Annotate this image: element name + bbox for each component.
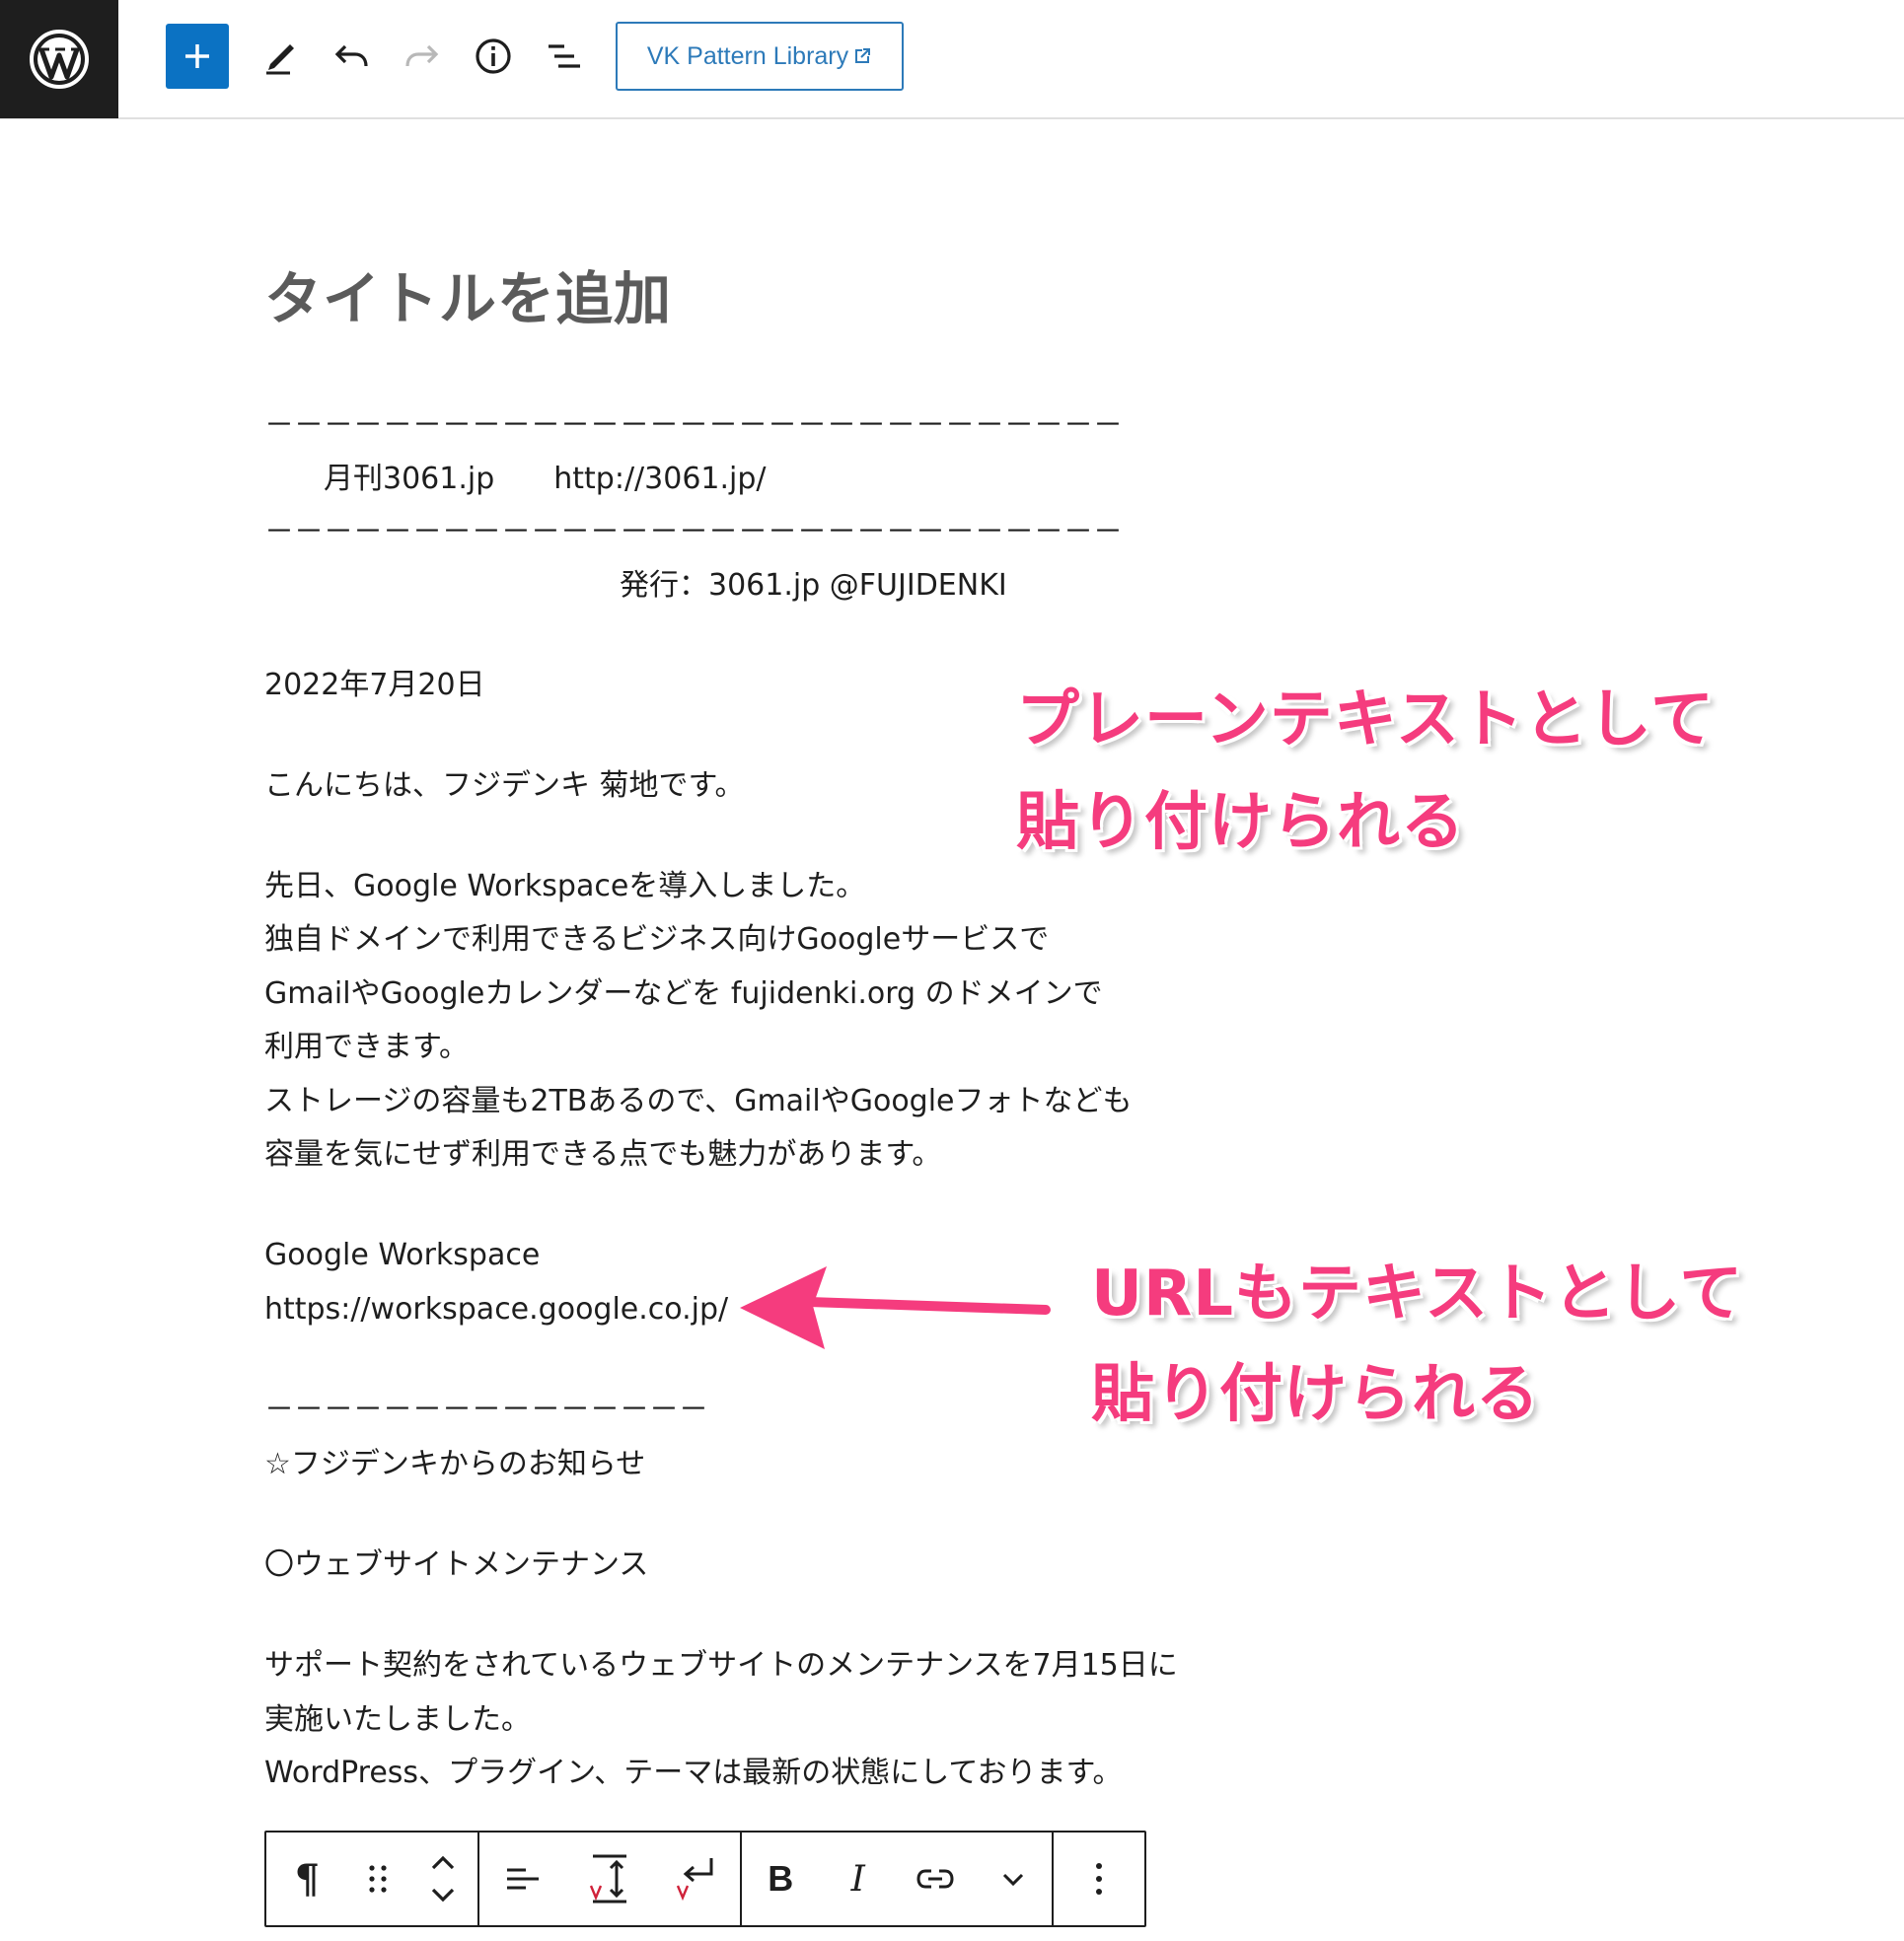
paragraph-block-button[interactable]: ¶ bbox=[271, 1833, 342, 1925]
paragraph-line[interactable]: WordPress、プラグイン、テーマは最新の状態にしております。 bbox=[264, 1754, 1122, 1793]
undo-icon bbox=[334, 44, 368, 67]
post-title-placeholder[interactable]: タイトルを追加 bbox=[264, 252, 672, 335]
details-button[interactable] bbox=[462, 24, 525, 89]
paragraph-line[interactable]: 先日、Google Workspaceを導入しました。 bbox=[264, 867, 865, 906]
line-height-icon bbox=[589, 1854, 626, 1904]
align-left-icon bbox=[507, 1868, 539, 1890]
info-icon bbox=[476, 38, 511, 74]
paragraph-icon: ¶ bbox=[294, 1855, 321, 1903]
line-break-button[interactable] bbox=[661, 1833, 732, 1925]
annotation-url-text-line2: 貼り付けられる bbox=[1091, 1358, 1540, 1431]
options-group bbox=[1052, 1833, 1144, 1925]
paragraph-line[interactable]: 2022年7月20日 bbox=[264, 666, 485, 705]
paragraph-line[interactable]: 発行：3061.jp @FUJIDENKI bbox=[264, 566, 1007, 606]
list-view-button[interactable] bbox=[533, 24, 596, 89]
paragraph-line[interactable]: 〇ウェブサイトメンテナンス bbox=[264, 1546, 648, 1585]
paragraph-line[interactable]: ☆フジデンキからのお知らせ bbox=[264, 1445, 645, 1484]
format-group bbox=[477, 1833, 740, 1925]
paragraph-line[interactable]: 実施いたしました。 bbox=[264, 1700, 531, 1740]
paragraph-line[interactable]: 月刊3061.jp http://3061.jp/ bbox=[264, 460, 767, 499]
redo-icon bbox=[405, 44, 439, 67]
chevron-down-icon bbox=[1002, 1873, 1023, 1887]
move-up-down-button[interactable] bbox=[413, 1833, 473, 1925]
line-break-icon bbox=[676, 1858, 713, 1902]
separator-line[interactable]: －－－－－－－－－－－－－－－ bbox=[264, 1391, 708, 1430]
paragraph-line[interactable]: こんにちは、フジデンキ 菊地です。 bbox=[264, 766, 745, 806]
paragraph-line[interactable]: 利用できます。 bbox=[264, 1028, 469, 1067]
annotation-plain-text-line1: プレーンテキストとして bbox=[1016, 683, 1715, 756]
bold-icon: B bbox=[768, 1858, 794, 1899]
separator-line[interactable]: －－－－－－－－－－－－－－－－－－－－－－－－－－－－－ bbox=[264, 513, 1123, 552]
block-options-button[interactable] bbox=[1063, 1833, 1135, 1925]
rich-text-group: B I bbox=[740, 1833, 1052, 1925]
undo-button[interactable] bbox=[320, 24, 383, 89]
drag-handle-icon bbox=[369, 1865, 387, 1893]
paragraph-line[interactable]: サポート契約をされているウェブサイトのメンテナンスを7月15日に bbox=[264, 1646, 1178, 1686]
chevron-up-down-icon bbox=[431, 1855, 454, 1903]
more-vertical-icon bbox=[1096, 1863, 1102, 1895]
paragraph-line[interactable]: ストレージの容量も2TBあるので、GmailやGoogleフォトなども bbox=[264, 1082, 1133, 1121]
vk-pattern-library-button[interactable]: VK Pattern Library bbox=[616, 22, 904, 91]
italic-button[interactable]: I bbox=[823, 1833, 894, 1925]
external-link-icon bbox=[855, 48, 871, 63]
block-toolbar: ¶ B I bbox=[264, 1831, 1146, 1927]
italic-icon: I bbox=[850, 1858, 865, 1900]
tools-button[interactable] bbox=[249, 24, 312, 89]
align-button[interactable] bbox=[487, 1833, 558, 1925]
annotation-url-text-line1: URLもテキストとして bbox=[1091, 1258, 1744, 1330]
editor-header: VK Pattern Library bbox=[0, 0, 1904, 119]
plus-icon bbox=[185, 44, 209, 68]
annotation-arrow-icon bbox=[740, 1266, 1051, 1349]
annotation-plain-text-line2: 貼り付けられる bbox=[1016, 786, 1465, 859]
list-view-icon bbox=[549, 44, 580, 68]
add-block-button[interactable] bbox=[166, 24, 229, 89]
line-height-button[interactable] bbox=[574, 1833, 645, 1925]
drag-handle[interactable] bbox=[353, 1833, 403, 1925]
paragraph-line[interactable]: GmailやGoogleカレンダーなどを fujidenki.org のドメイン… bbox=[264, 974, 1103, 1014]
url-line[interactable]: https://workspace.google.co.jp/ bbox=[264, 1290, 728, 1330]
wordpress-logo-icon bbox=[30, 30, 89, 89]
more-rich-text-button[interactable] bbox=[978, 1833, 1049, 1925]
link-button[interactable] bbox=[900, 1833, 971, 1925]
separator-line[interactable]: －－－－－－－－－－－－－－－－－－－－－－－－－－－－－ bbox=[264, 406, 1123, 446]
paragraph-line[interactable]: 独自ドメインで利用できるビジネス向けGoogleサービスで bbox=[264, 920, 1049, 960]
pattern-library-label: VK Pattern Library bbox=[646, 41, 849, 70]
wordpress-logo-button[interactable] bbox=[0, 0, 118, 118]
paragraph-line[interactable]: 容量を気にせず利用できる点でも魅力があります。 bbox=[264, 1135, 941, 1175]
pencil-icon bbox=[266, 44, 294, 75]
link-icon bbox=[916, 1869, 954, 1889]
redo-button[interactable] bbox=[391, 24, 454, 89]
paragraph-line[interactable]: Google Workspace bbox=[264, 1236, 540, 1275]
bold-button[interactable]: B bbox=[745, 1833, 816, 1925]
block-switcher-group: ¶ bbox=[266, 1833, 477, 1925]
